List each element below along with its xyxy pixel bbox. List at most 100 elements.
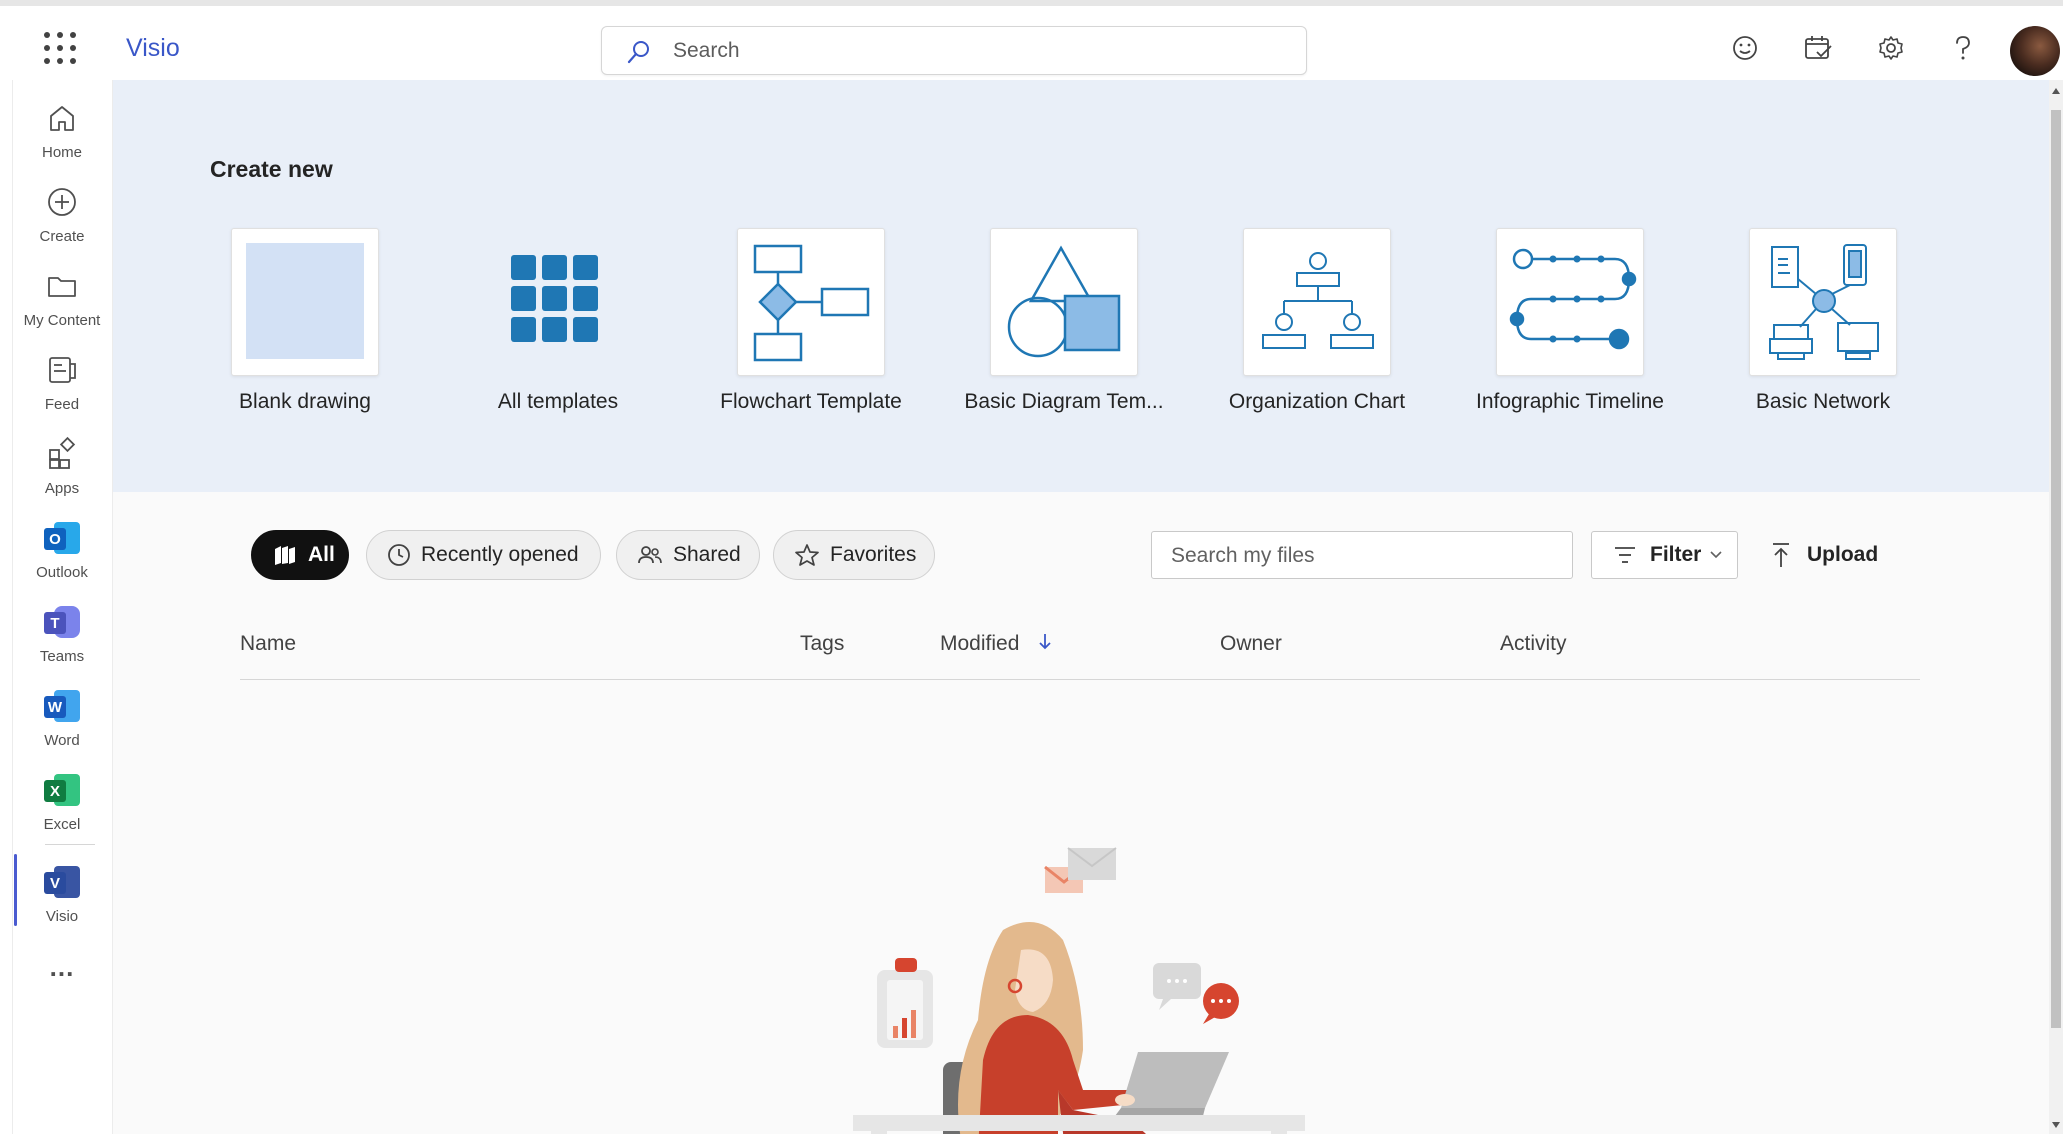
- filter-recently-opened-label: Recently opened: [421, 543, 579, 566]
- column-owner[interactable]: Owner: [1220, 632, 1282, 656]
- app-launcher-icon[interactable]: [44, 32, 76, 64]
- rail-label-teams: Teams: [39, 648, 85, 665]
- template-label: Flowchart Template: [720, 390, 902, 413]
- search-box[interactable]: Search: [601, 26, 1307, 75]
- rail-more-button[interactable]: ...: [14, 952, 110, 992]
- app-title[interactable]: Visio: [126, 34, 180, 63]
- search-my-files-input[interactable]: Search my files: [1151, 531, 1573, 579]
- plus-circle-icon: [48, 188, 76, 216]
- filter-lines-icon: [1615, 547, 1635, 563]
- org-chart-icon: [1243, 228, 1391, 376]
- column-name[interactable]: Name: [240, 632, 296, 656]
- template-flowchart[interactable]: Flowchart Template: [684, 228, 934, 428]
- template-blank-drawing[interactable]: Blank drawing: [178, 228, 428, 428]
- apps-icon: [49, 436, 76, 469]
- filter-favorites-button[interactable]: Favorites: [773, 530, 935, 580]
- scrollbar-thumb[interactable]: [2051, 110, 2061, 1028]
- template-label: Basic Network: [1755, 390, 1891, 413]
- template-thumbnail: [231, 228, 379, 376]
- rail-item-create[interactable]: Create: [14, 174, 110, 254]
- calendar-check-icon[interactable]: [1800, 30, 1836, 66]
- rail-item-excel[interactable]: X Excel: [14, 762, 110, 842]
- search-icon: [627, 41, 649, 64]
- search-my-files-placeholder: Search my files: [1171, 544, 1315, 567]
- visio-start-page: Visio Search Home Create My Content Feed…: [0, 0, 2063, 1134]
- rail-separator: [45, 844, 95, 845]
- template-infographic-timeline[interactable]: Infographic Timeline: [1443, 228, 1693, 428]
- template-organization-chart[interactable]: Organization Chart: [1190, 228, 1440, 428]
- template-all-templates[interactable]: All templates: [431, 228, 681, 428]
- rail-item-visio[interactable]: V Visio: [14, 854, 110, 934]
- rail-item-word[interactable]: W Word: [14, 678, 110, 758]
- template-label: Basic Diagram Tem...: [964, 390, 1164, 413]
- rail-label-word: Word: [44, 732, 80, 749]
- filter-shared-button[interactable]: Shared: [616, 530, 760, 580]
- rail-item-home[interactable]: Home: [14, 90, 110, 170]
- top-bar: Visio Search: [0, 0, 2063, 80]
- people-icon: [638, 546, 662, 564]
- upload-button[interactable]: Upload: [1771, 531, 1891, 579]
- create-new-title: Create new: [210, 156, 333, 182]
- search-placeholder: Search: [673, 39, 740, 62]
- column-modified-label: Modified: [940, 632, 1020, 655]
- main-content: Create new Blank drawing All templates F…: [113, 80, 2049, 1134]
- star-icon: [795, 544, 819, 566]
- filter-shared-label: Shared: [673, 543, 741, 566]
- page-scrollbar[interactable]: [2049, 80, 2063, 1134]
- folder-icon: [48, 277, 76, 297]
- template-label: Infographic Timeline: [1476, 390, 1664, 413]
- template-basic-network[interactable]: Basic Network: [1696, 228, 1946, 428]
- chevron-down-icon: [1710, 551, 1722, 559]
- avatar[interactable]: [2010, 26, 2060, 76]
- help-icon[interactable]: [1945, 30, 1981, 66]
- filter-recently-opened-button[interactable]: Recently opened: [366, 530, 601, 580]
- upload-icon: [1773, 543, 1789, 567]
- rail-item-teams[interactable]: T Teams: [14, 594, 110, 674]
- empty-state-illustration: [853, 847, 1305, 1134]
- files-icon: [275, 546, 295, 565]
- rail-label-feed: Feed: [44, 396, 80, 413]
- rail-label-my-content: My Content: [23, 312, 101, 329]
- filter-all-button[interactable]: All: [251, 530, 349, 580]
- timeline-icon: [1496, 228, 1644, 376]
- upload-label: Upload: [1807, 543, 1879, 566]
- network-icon: [1749, 228, 1897, 376]
- rail-label-excel: Excel: [43, 816, 81, 833]
- smiley-icon[interactable]: [1727, 30, 1763, 66]
- rail-item-my-content[interactable]: My Content: [14, 258, 110, 338]
- excel-icon: X: [44, 772, 80, 808]
- clock-icon: [388, 544, 410, 566]
- grid-icon: [484, 228, 632, 376]
- more-icon: ...: [49, 952, 75, 982]
- template-label: Blank drawing: [239, 390, 371, 413]
- teams-icon: T: [44, 604, 80, 640]
- rail-label-outlook: Outlook: [36, 564, 88, 581]
- template-label: All templates: [497, 390, 619, 413]
- home-icon: [50, 106, 74, 131]
- scroll-down-icon[interactable]: [2052, 1122, 2060, 1128]
- sort-descending-icon: [1039, 634, 1051, 650]
- visio-icon: V: [44, 864, 80, 900]
- create-new-section: Create new Blank drawing All templates F…: [113, 80, 2049, 492]
- column-modified[interactable]: Modified: [940, 632, 1053, 656]
- column-activity[interactable]: Activity: [1500, 632, 1567, 656]
- template-basic-diagram[interactable]: Basic Diagram Tem...: [937, 228, 1187, 428]
- feed-icon: [49, 357, 76, 383]
- rail-item-feed[interactable]: Feed: [14, 342, 110, 422]
- word-icon: W: [44, 688, 80, 724]
- template-label: Organization Chart: [1228, 390, 1406, 413]
- rail-label-visio: Visio: [45, 908, 79, 925]
- scroll-up-icon[interactable]: [2052, 88, 2060, 94]
- filter-label: Filter: [1650, 543, 1702, 566]
- column-tags[interactable]: Tags: [800, 632, 844, 656]
- rail-label-apps: Apps: [44, 480, 80, 497]
- flowchart-icon: [737, 228, 885, 376]
- rail-item-apps[interactable]: Apps: [14, 426, 110, 506]
- filter-button[interactable]: Filter: [1591, 531, 1738, 579]
- outlook-icon: O: [44, 520, 80, 556]
- basic-shapes-icon: [990, 228, 1138, 376]
- rail-label-home: Home: [41, 144, 82, 161]
- header-divider: [240, 679, 1920, 680]
- rail-item-outlook[interactable]: O Outlook: [14, 510, 110, 590]
- gear-icon[interactable]: [1873, 30, 1909, 66]
